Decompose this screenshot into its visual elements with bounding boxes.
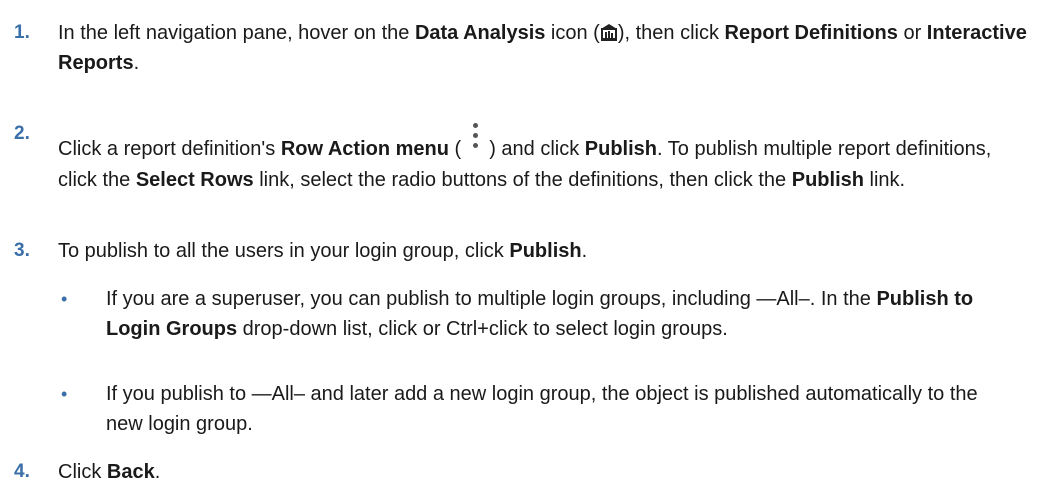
step-number: 2. [14,123,30,144]
step-text: In the left navigation pane, hover on th… [58,21,1027,74]
step-number: 3. [14,240,30,261]
step-text: To publish to all the users in your logi… [58,240,588,262]
step-text: Click a report definition's Row Action m… [58,119,1031,195]
step-text: Click Back. [58,461,161,483]
bullet-text: If you publish to —All– and later add a … [106,383,978,435]
step-number: 4. [14,461,30,482]
bullet-dot: • [61,384,68,404]
data-analysis-icon [600,21,618,41]
kebab-menu-icon [462,119,488,165]
step-number: 1. [14,22,30,43]
bullet-text: If you are a superuser, you can publish … [106,288,974,340]
bullet-dot: • [61,289,68,309]
